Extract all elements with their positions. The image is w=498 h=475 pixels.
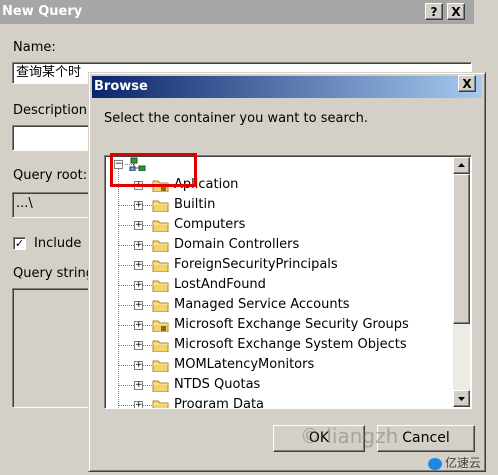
name-label: Name: [13, 40, 56, 55]
tree-item[interactable]: + Domain Controllers [105, 235, 435, 255]
folder-icon [152, 280, 169, 292]
watermark: © liangzh [300, 424, 399, 448]
tree-item-label: Program Data [174, 397, 265, 409]
expand-toggle[interactable]: + [134, 261, 143, 270]
query-string-label: Query string: [13, 266, 99, 281]
expand-toggle[interactable]: + [134, 381, 143, 390]
expand-toggle[interactable]: + [134, 361, 143, 370]
scroll-up-button[interactable] [453, 157, 470, 174]
logo-text: 亿速云 [445, 456, 482, 470]
tree-item[interactable]: + LostAndFound [105, 275, 435, 295]
expand-toggle[interactable]: + [134, 301, 143, 310]
tree-item-label: LostAndFound [174, 277, 266, 292]
new-query-title: New Query [0, 0, 474, 24]
logo-icon [428, 457, 442, 470]
expand-toggle[interactable]: + [134, 401, 143, 408]
close-button[interactable]: X [447, 3, 465, 20]
browse-dialog: Browse X Select the container you want t… [88, 72, 486, 472]
arrow-down-icon [458, 397, 465, 401]
folder-icon [152, 340, 169, 352]
tree-item-label: NTDS Quotas [174, 377, 261, 392]
include-checkbox[interactable]: ✓ [13, 237, 26, 250]
folder-icon [152, 260, 169, 272]
tree-item-label: Computers [174, 217, 246, 232]
folder-icon [152, 200, 169, 212]
site-logo: 亿速云 [428, 454, 481, 471]
scroll-down-button[interactable] [453, 390, 470, 407]
folder-icon [152, 360, 169, 372]
description-field[interactable] [12, 125, 92, 151]
tree-item[interactable]: + Microsoft Exchange Security Groups [105, 315, 435, 335]
tree-item[interactable]: + Microsoft Exchange System Objects [105, 335, 435, 355]
expand-toggle[interactable]: + [134, 281, 143, 290]
tree-item[interactable]: + NTDS Quotas [105, 375, 435, 395]
expand-toggle[interactable]: + [134, 201, 143, 210]
folder-icon [152, 240, 169, 252]
tree-item-label: Managed Service Accounts [174, 297, 350, 312]
folder-icon [152, 300, 169, 312]
description-label: Description: [13, 103, 92, 118]
browse-title: Browse [92, 76, 482, 98]
tree-item-label: Domain Controllers [174, 237, 300, 252]
vertical-scrollbar[interactable] [453, 157, 470, 407]
tree-item[interactable]: + Builtin [105, 195, 435, 215]
tree-item[interactable]: + MOMLatencyMonitors [105, 355, 435, 375]
tree-item-label: Microsoft Exchange Security Groups [174, 317, 409, 332]
highlight-annotation [110, 153, 197, 187]
tree-item[interactable]: + Managed Service Accounts [105, 295, 435, 315]
query-root-field: ...\ [12, 192, 92, 218]
tree-item[interactable]: + Program Data [105, 395, 435, 409]
browse-instruction: Select the container you want to search. [104, 111, 369, 126]
tree-item[interactable]: + Computers [105, 215, 435, 235]
folder-icon [152, 400, 169, 408]
query-root-label: Query root: [13, 168, 88, 183]
folder-icon [152, 380, 169, 392]
expand-toggle[interactable]: + [134, 341, 143, 350]
expand-toggle[interactable]: + [134, 221, 143, 230]
include-label: Include [34, 236, 82, 251]
browse-close-button[interactable]: X [458, 75, 476, 92]
expand-toggle[interactable]: + [134, 321, 143, 330]
tree-item[interactable]: + ForeignSecurityPrincipals [105, 255, 435, 275]
tree-item-label: MOMLatencyMonitors [174, 357, 315, 372]
container-tree[interactable]: − + Aplication + Builtin + Computers + Domain C… [104, 155, 472, 409]
help-button[interactable]: ? [425, 3, 443, 20]
tree-item-label: Microsoft Exchange System Objects [174, 337, 407, 352]
scroll-thumb[interactable] [453, 174, 470, 324]
expand-toggle[interactable]: + [134, 241, 143, 250]
folder-icon [152, 220, 169, 232]
tree-item-label: Builtin [174, 197, 216, 212]
tree-item-label: ForeignSecurityPrincipals [174, 257, 338, 272]
query-string-field [12, 288, 92, 408]
special-folder-icon [152, 320, 169, 332]
arrow-up-icon [458, 163, 465, 167]
